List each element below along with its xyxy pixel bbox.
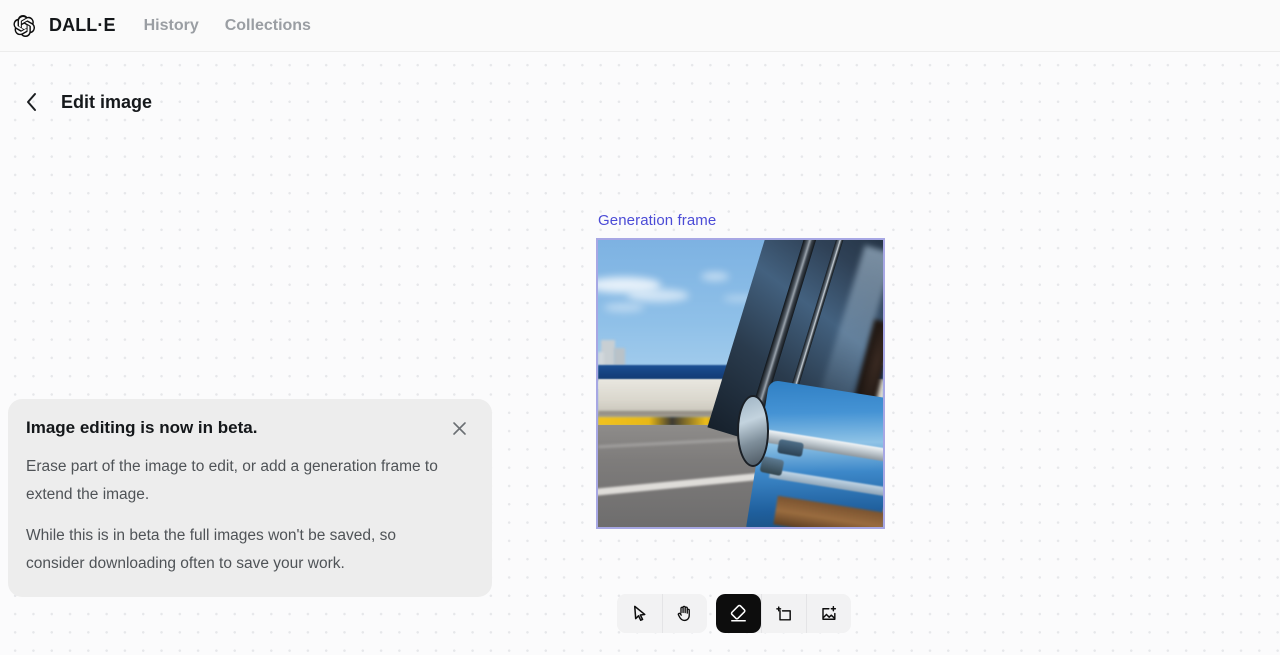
- app-header: DALL·E History Collections: [0, 0, 1280, 52]
- openai-logo-icon: [9, 11, 39, 41]
- side-mirror: [736, 394, 770, 467]
- dalle-edit-image-app: DALL·E History Collections Edit image Ge…: [0, 0, 1280, 655]
- beta-notice-header: Image editing is now in beta.: [26, 417, 472, 439]
- eraser-icon: [730, 604, 746, 622]
- page-title-row: Edit image: [18, 88, 152, 116]
- cloud: [626, 288, 690, 302]
- distant-building: [613, 347, 626, 367]
- generation-frame-label: Generation frame: [598, 212, 717, 229]
- cursor-arrow-icon: [633, 605, 646, 622]
- hand-icon: [677, 605, 690, 622]
- car-region: [707, 240, 883, 527]
- add-frame-tool[interactable]: [761, 594, 806, 633]
- close-icon: [452, 421, 466, 435]
- beta-notice-paragraph-2: While this is in beta the full images wo…: [26, 527, 396, 572]
- add-image-icon: [821, 605, 836, 620]
- pan-tool[interactable]: [662, 594, 707, 633]
- add-frame-icon: [775, 605, 791, 621]
- beta-notice-card: Image editing is now in beta. Erase part…: [8, 399, 492, 598]
- cloud: [603, 303, 644, 312]
- chevron-left-icon: [26, 93, 36, 111]
- generation-frame[interactable]: [596, 238, 885, 529]
- navigation-tools-group: [617, 594, 707, 633]
- beta-notice-paragraph-1: Erase part of the image to edit, or add …: [26, 458, 438, 503]
- beta-notice-title: Image editing is now in beta.: [26, 418, 258, 437]
- edit-tools-group: [716, 594, 851, 633]
- cloud: [700, 271, 730, 281]
- add-image-tool[interactable]: [806, 594, 851, 633]
- nav-collections[interactable]: Collections: [225, 17, 311, 35]
- page-title: Edit image: [61, 91, 153, 112]
- source-image: [598, 240, 883, 527]
- close-button[interactable]: [448, 417, 470, 439]
- editor-toolbar: [617, 594, 851, 633]
- select-tool[interactable]: [617, 594, 662, 633]
- generation-frame-block: Generation frame: [596, 212, 885, 529]
- app-brand: DALL·E: [49, 15, 116, 35]
- editor-canvas[interactable]: Edit image Generation frame Image editin…: [0, 52, 1280, 655]
- back-button[interactable]: [18, 88, 44, 116]
- nav-history[interactable]: History: [144, 17, 199, 35]
- eraser-tool[interactable]: [716, 594, 761, 633]
